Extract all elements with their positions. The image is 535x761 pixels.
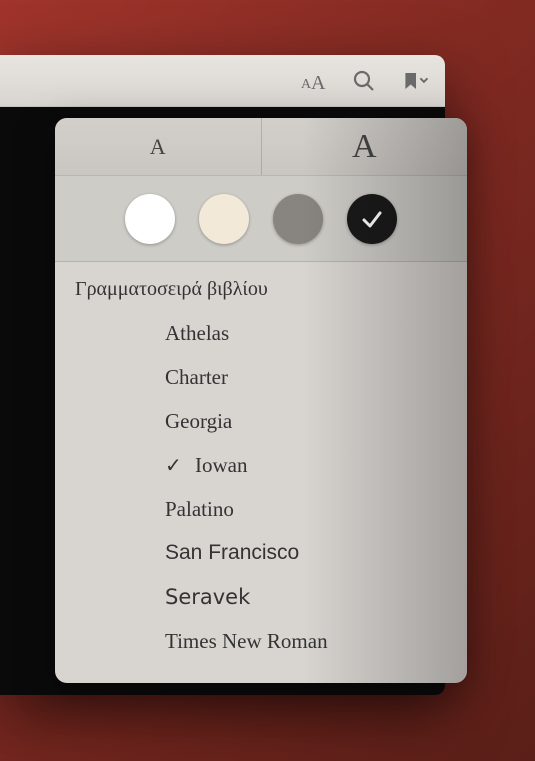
theme-row (55, 176, 467, 262)
bookmark-icon (401, 69, 431, 93)
font-list: Athelas Charter Georgia Iowan Palatino San Fr… (55, 311, 467, 663)
font-option-label: Palatino (165, 497, 234, 522)
font-option-georgia[interactable]: Georgia (55, 399, 467, 443)
increase-text-size-button[interactable]: A (262, 118, 468, 175)
font-option-iowan[interactable]: Iowan (55, 443, 467, 487)
font-option-san-francisco[interactable]: San Francisco (55, 531, 467, 575)
font-option-label: Charter (165, 365, 228, 390)
small-a-label: A (150, 134, 166, 160)
appearance-popover: A A Γραμματοσειρά βιβλίου Athelas Charter… (55, 118, 467, 683)
decrease-text-size-button[interactable]: A (55, 118, 262, 175)
font-option-athelas[interactable]: Athelas (55, 311, 467, 355)
theme-white-button[interactable] (125, 194, 175, 244)
large-a-label: A (352, 128, 377, 166)
text-size-row: A A (55, 118, 467, 176)
svg-text:A: A (311, 72, 326, 92)
checkmark-icon (359, 206, 385, 232)
font-option-label: Seravek (165, 585, 250, 609)
theme-sepia-button[interactable] (199, 194, 249, 244)
font-option-times-new-roman[interactable]: Times New Roman (55, 619, 467, 663)
appearance-icon: A A (297, 70, 327, 92)
search-button[interactable] (349, 66, 379, 96)
font-option-charter[interactable]: Charter (55, 355, 467, 399)
font-section-header: Γραμματοσειρά βιβλίου (55, 278, 467, 311)
font-option-label: Times New Roman (165, 629, 328, 654)
font-option-label: San Francisco (165, 541, 299, 565)
font-section: Γραμματοσειρά βιβλίου Athelas Charter Geor… (55, 262, 467, 683)
font-option-label: Georgia (165, 409, 232, 434)
theme-night-button[interactable] (347, 194, 397, 244)
font-option-label: Iowan (195, 453, 247, 478)
theme-gray-button[interactable] (273, 194, 323, 244)
font-option-palatino[interactable]: Palatino (55, 487, 467, 531)
search-icon (352, 69, 376, 93)
bookmark-button[interactable] (401, 66, 431, 96)
appearance-button[interactable]: A A (297, 66, 327, 96)
font-option-seravek[interactable]: Seravek (55, 575, 467, 619)
font-option-label: Athelas (165, 321, 229, 346)
toolbar: A A (0, 55, 445, 107)
